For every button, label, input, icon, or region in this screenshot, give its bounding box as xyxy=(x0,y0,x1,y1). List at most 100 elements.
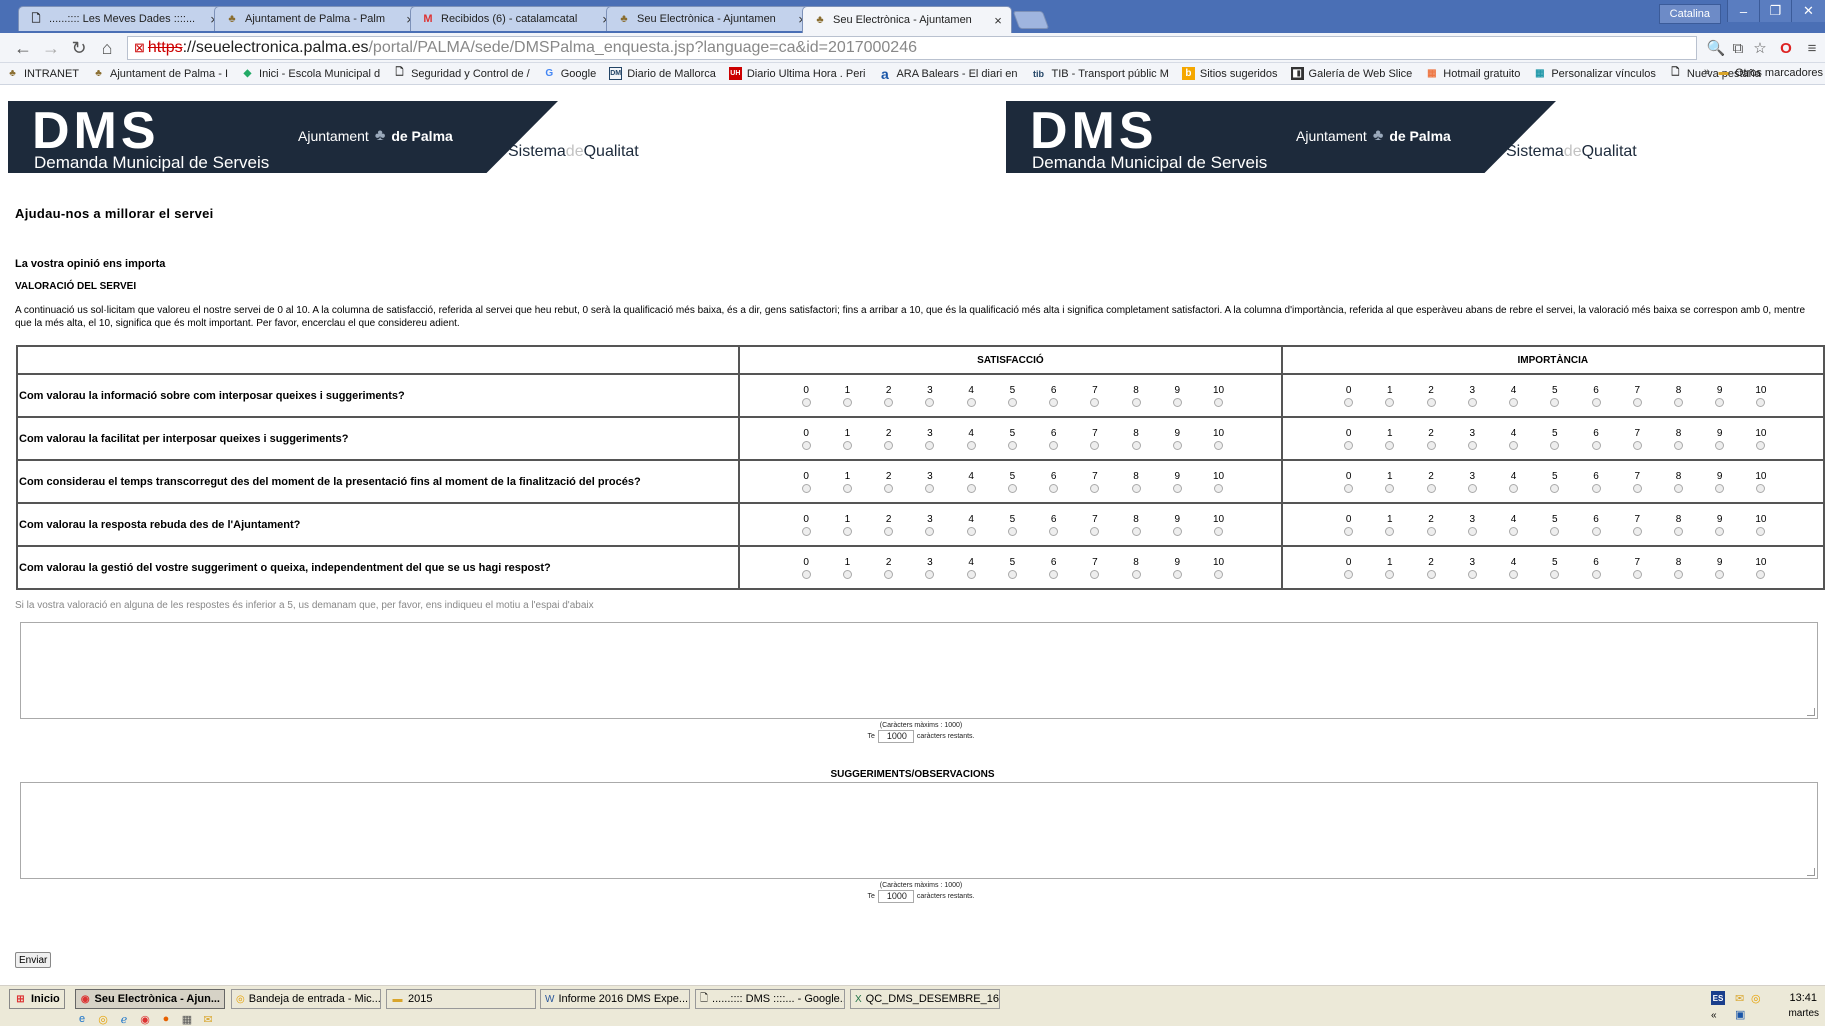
importancia-radio-button[interactable] xyxy=(1756,569,1766,579)
new-tab-button[interactable] xyxy=(1012,11,1050,29)
zoom-icon[interactable]: 🔍 xyxy=(1706,38,1726,58)
importancia-radio-button[interactable] xyxy=(1426,569,1436,579)
tab-les-meves-dades[interactable]: 🗋 ......:::: Les Meves Dades ::::... × xyxy=(18,6,228,31)
outlook-icon[interactable]: ◎ xyxy=(1751,992,1761,1005)
mail-icon[interactable]: ✉ xyxy=(1735,992,1744,1005)
importancia-radio-button[interactable] xyxy=(1591,569,1601,579)
reload-icon[interactable]: ↻ xyxy=(68,37,90,59)
importancia-radio-button[interactable] xyxy=(1385,483,1395,493)
satisfaccio-radio-button[interactable] xyxy=(801,397,811,407)
chrome-icon[interactable]: ◉ xyxy=(138,1012,152,1026)
satisfaccio-radio-button[interactable] xyxy=(925,397,935,407)
window-close-icon[interactable]: ✕ xyxy=(1791,0,1825,22)
star-icon[interactable]: ☆ xyxy=(1750,38,1770,58)
satisfaccio-radio-button[interactable] xyxy=(966,440,976,450)
tab-seu-electronica-active[interactable]: ♣ Seu Electrònica - Ajuntamen × xyxy=(802,6,1012,33)
task-folder[interactable]: ▬ 2015 xyxy=(386,989,536,1009)
calculator-icon[interactable]: ▦ xyxy=(180,1012,194,1026)
tab-gmail[interactable]: M Recibidos (6) - catalamcatal × xyxy=(410,6,620,31)
importancia-radio-button[interactable] xyxy=(1467,569,1477,579)
importancia-radio-button[interactable] xyxy=(1550,440,1560,450)
importancia-radio-button[interactable] xyxy=(1673,397,1683,407)
close-icon[interactable]: × xyxy=(991,13,1005,28)
satisfaccio-radio-button[interactable] xyxy=(842,483,852,493)
importancia-radio-button[interactable] xyxy=(1715,397,1725,407)
bookmark-webslice[interactable]: ◧ Galería de Web Slice xyxy=(1290,67,1412,80)
satisfaccio-radio-button[interactable] xyxy=(842,440,852,450)
satisfaccio-radio-button[interactable] xyxy=(1131,440,1141,450)
satisfaccio-radio-button[interactable] xyxy=(1049,526,1059,536)
importancia-radio-button[interactable] xyxy=(1756,440,1766,450)
restore-icon[interactable]: ❐ xyxy=(1759,0,1791,22)
importancia-radio-button[interactable] xyxy=(1509,397,1519,407)
task-google-doc[interactable]: 🗋......:::: DMS ::::... - Google... xyxy=(695,989,845,1009)
satisfaccio-radio-button[interactable] xyxy=(925,526,935,536)
bookmark-ajuntament[interactable]: ♣ Ajuntament de Palma - I xyxy=(92,67,228,80)
opera-icon[interactable]: O xyxy=(1776,38,1796,58)
satisfaccio-radio-button[interactable] xyxy=(801,483,811,493)
task-excel[interactable]: X QC_DMS_DESEMBRE_16... xyxy=(850,989,1000,1009)
importancia-radio-button[interactable] xyxy=(1715,483,1725,493)
broken-lock-icon[interactable]: ⊠ xyxy=(134,40,145,56)
satisfaccio-radio-button[interactable] xyxy=(1214,440,1224,450)
satisfaccio-radio-button[interactable] xyxy=(1049,440,1059,450)
satisfaccio-radio-button[interactable] xyxy=(1007,483,1017,493)
importancia-radio-button[interactable] xyxy=(1385,569,1395,579)
satisfaccio-radio-button[interactable] xyxy=(1007,440,1017,450)
bookmark-tib[interactable]: tib TIB - Transport públic M xyxy=(1031,67,1169,80)
satisfaccio-radio-button[interactable] xyxy=(1090,483,1100,493)
satisfaccio-radio-button[interactable] xyxy=(925,440,935,450)
importancia-radio-button[interactable] xyxy=(1467,440,1477,450)
importancia-radio-button[interactable] xyxy=(1550,569,1560,579)
bookmarks-overflow-button[interactable]: » xyxy=(1704,66,1710,78)
importancia-radio-button[interactable] xyxy=(1385,526,1395,536)
satisfaccio-radio-button[interactable] xyxy=(1172,440,1182,450)
importancia-radio-button[interactable] xyxy=(1673,569,1683,579)
submit-button[interactable]: Enviar xyxy=(15,952,52,968)
importancia-radio-button[interactable] xyxy=(1467,483,1477,493)
satisfaccio-radio-button[interactable] xyxy=(801,569,811,579)
importancia-radio-button[interactable] xyxy=(1673,440,1683,450)
importancia-radio-button[interactable] xyxy=(1467,397,1477,407)
importancia-radio-button[interactable] xyxy=(1591,397,1601,407)
tab-ajuntament-palma[interactable]: ♣ Ajuntament de Palma - Palm × xyxy=(214,6,424,31)
satisfaccio-radio-button[interactable] xyxy=(1131,483,1141,493)
importancia-radio-button[interactable] xyxy=(1467,526,1477,536)
bookmark-hotmail[interactable]: ▦ Hotmail gratuito xyxy=(1425,67,1520,80)
importancia-radio-button[interactable] xyxy=(1756,483,1766,493)
satisfaccio-radio-button[interactable] xyxy=(1090,569,1100,579)
importancia-radio-button[interactable] xyxy=(1591,526,1601,536)
satisfaccio-radio-button[interactable] xyxy=(884,397,894,407)
outlook-icon[interactable]: ◎ xyxy=(96,1012,110,1026)
satisfaccio-radio-button[interactable] xyxy=(925,483,935,493)
satisfaccio-radio-button[interactable] xyxy=(1007,526,1017,536)
satisfaccio-radio-button[interactable] xyxy=(1172,397,1182,407)
importancia-radio-button[interactable] xyxy=(1632,440,1642,450)
importancia-radio-button[interactable] xyxy=(1385,397,1395,407)
satisfaccio-radio-button[interactable] xyxy=(1172,526,1182,536)
satisfaccio-radio-button[interactable] xyxy=(884,569,894,579)
satisfaccio-radio-button[interactable] xyxy=(801,526,811,536)
address-bar[interactable]: ⊠ https://seuelectronica.palma.es/portal… xyxy=(127,36,1697,60)
importancia-radio-button[interactable] xyxy=(1550,483,1560,493)
satisfaccio-radio-button[interactable] xyxy=(1007,569,1017,579)
task-chrome[interactable]: ◉ Seu Electrònica - Ajun... xyxy=(75,989,225,1009)
suggeriments-textarea[interactable] xyxy=(20,782,1818,879)
firefox-icon[interactable]: ● xyxy=(159,1012,173,1026)
importancia-radio-button[interactable] xyxy=(1344,397,1354,407)
satisfaccio-radio-button[interactable] xyxy=(1131,569,1141,579)
bookmark-seguridad[interactable]: 🗋 Seguridad y Control de / xyxy=(393,67,530,80)
forward-arrow-icon[interactable]: → xyxy=(40,37,62,59)
minimize-icon[interactable]: – xyxy=(1727,0,1759,22)
satisfaccio-radio-button[interactable] xyxy=(1131,397,1141,407)
satisfaccio-radio-button[interactable] xyxy=(842,569,852,579)
bookmark-diario-mallorca[interactable]: DM Diario de Mallorca xyxy=(609,67,716,80)
reason-textarea[interactable] xyxy=(20,622,1818,719)
importancia-radio-button[interactable] xyxy=(1426,526,1436,536)
importancia-radio-button[interactable] xyxy=(1591,483,1601,493)
importancia-radio-button[interactable] xyxy=(1632,569,1642,579)
task-outlook[interactable]: ◎ Bandeja de entrada - Mic... xyxy=(231,989,381,1009)
satisfaccio-radio-button[interactable] xyxy=(1090,440,1100,450)
ie-icon[interactable]: e xyxy=(75,1012,89,1026)
mail-icon[interactable]: ✉ xyxy=(201,1012,215,1026)
